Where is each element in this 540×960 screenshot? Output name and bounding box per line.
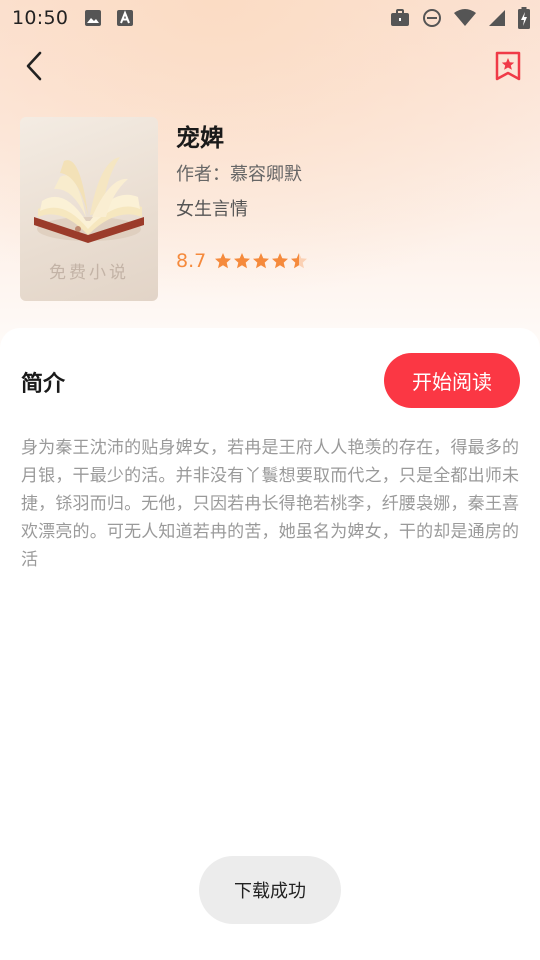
rating-stars bbox=[214, 252, 308, 270]
book-detail-screen: 10:50 免费小说 宠婢 作者：慕容卿默 女生言情 8.7 简介 开始阅读 身… bbox=[0, 0, 540, 960]
back-button[interactable] bbox=[18, 50, 50, 86]
rating-score: 8.7 bbox=[176, 250, 207, 272]
intro-heading: 简介 bbox=[21, 372, 66, 397]
status-bar: 10:50 bbox=[0, 0, 540, 36]
bookmark-star-icon bbox=[494, 51, 522, 85]
cover-text: 免费小说 bbox=[49, 263, 129, 283]
signal-icon bbox=[488, 9, 506, 27]
book-author: 作者：慕容卿默 bbox=[176, 164, 302, 185]
star-icon bbox=[291, 253, 308, 269]
image-icon bbox=[84, 9, 102, 27]
star-icon bbox=[234, 253, 251, 269]
start-reading-button[interactable]: 开始阅读 bbox=[384, 353, 520, 408]
download-success-toast: 下载成功 bbox=[199, 856, 341, 924]
status-time: 10:50 bbox=[12, 7, 69, 29]
synopsis-text: 身为秦王沈沛的贴身婢女，若冉是王府人人艳羡的存在，得最多的月银，干最少的活。并非… bbox=[21, 438, 519, 570]
star-icon bbox=[272, 253, 289, 269]
book-category: 女生言情 bbox=[176, 199, 248, 220]
battery-charging-icon bbox=[518, 7, 530, 29]
status-left-icons bbox=[84, 9, 134, 27]
status-right-icons bbox=[390, 0, 530, 36]
font-icon bbox=[116, 9, 134, 27]
wifi-icon bbox=[454, 9, 476, 27]
star-icon bbox=[215, 253, 232, 269]
do-not-disturb-icon bbox=[422, 8, 442, 28]
star-icon bbox=[253, 253, 270, 269]
chevron-left-icon bbox=[25, 51, 43, 85]
book-cover[interactable]: 免费小说 bbox=[20, 117, 158, 301]
book-title: 宠婢 bbox=[176, 124, 224, 152]
bookmark-button[interactable] bbox=[492, 50, 524, 86]
briefcase-icon bbox=[390, 9, 410, 27]
rating-row: 8.7 bbox=[176, 250, 308, 272]
